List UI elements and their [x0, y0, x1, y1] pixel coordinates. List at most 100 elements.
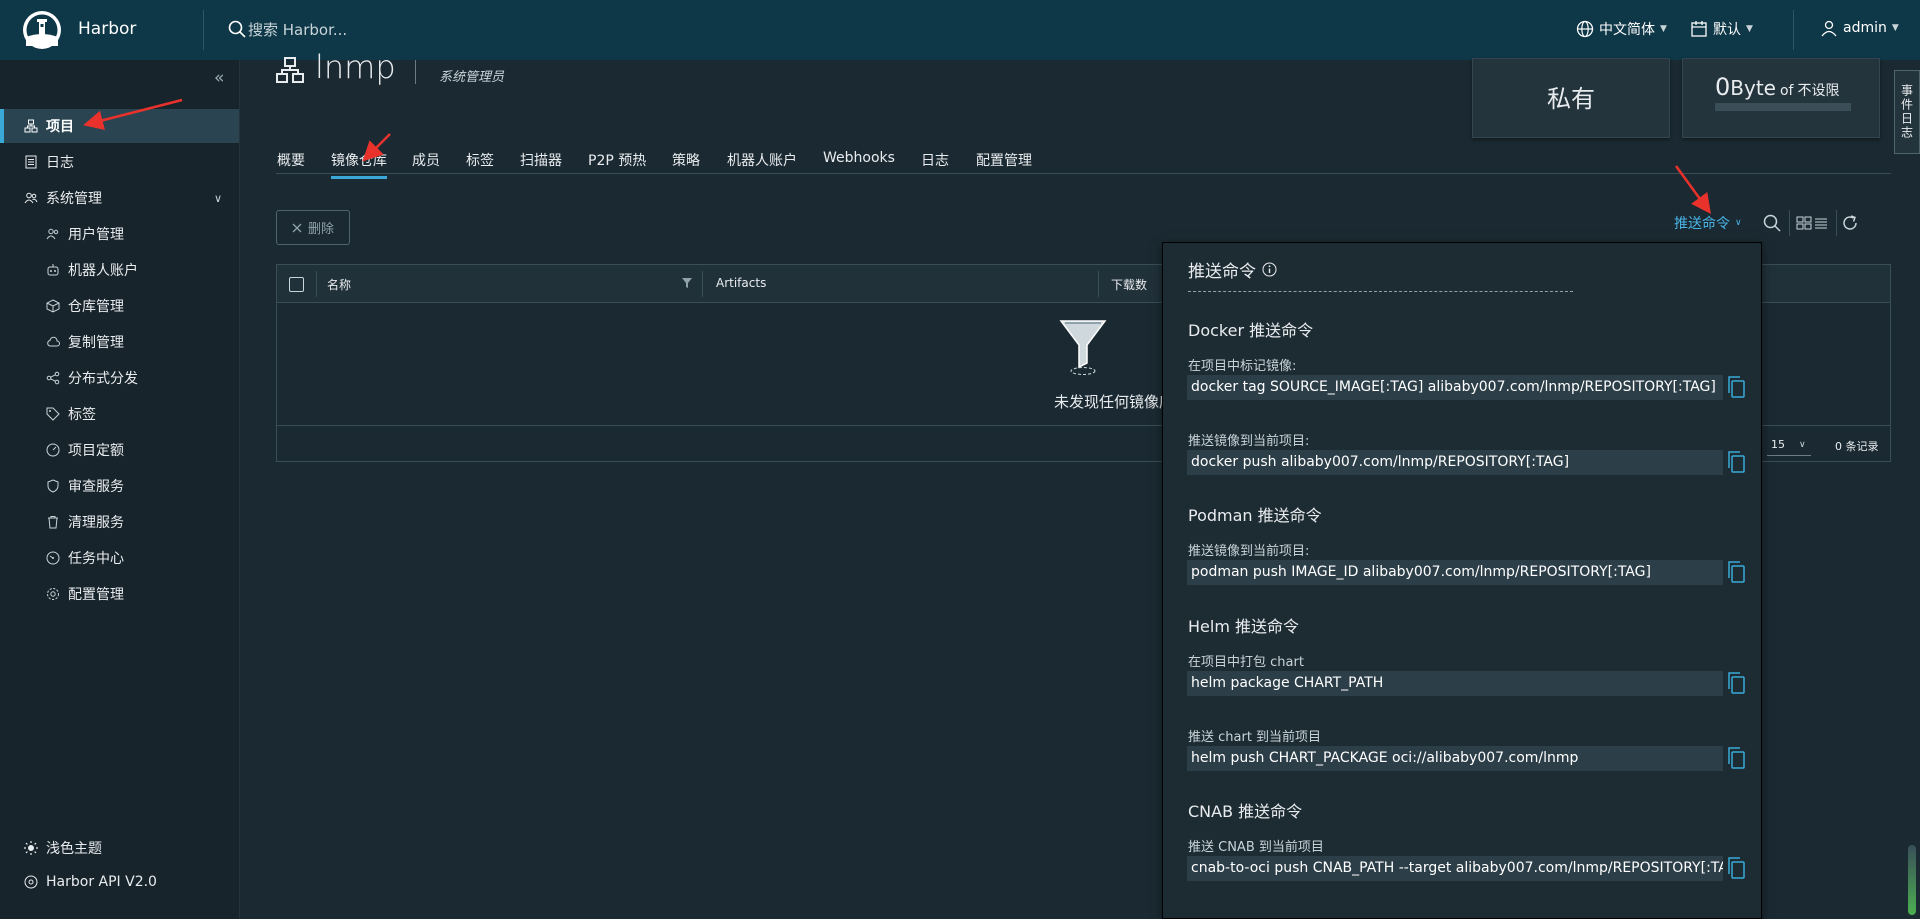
cnab-section-title: CNAB 推送命令	[1188, 802, 1303, 821]
sidebar-item-label: 分布式分发	[68, 371, 138, 387]
page-scrollbar[interactable]	[1908, 845, 1916, 915]
copy-icon[interactable]	[1727, 857, 1745, 879]
helm-push-command[interactable]: helm push CHART_PACKAGE oci://alibaby007…	[1187, 746, 1723, 771]
docker-tag-command[interactable]: docker tag SOURCE_IMAGE[:TAG] alibaby007…	[1187, 375, 1723, 400]
brand-name[interactable]: Harbor	[78, 19, 136, 39]
tab-policy[interactable]: 策略	[672, 150, 700, 176]
copy-icon[interactable]	[1727, 747, 1745, 769]
tab-logs[interactable]: 日志	[921, 150, 949, 176]
filter-icon[interactable]	[682, 278, 692, 288]
shield-icon	[46, 479, 60, 493]
trash-icon	[46, 515, 60, 529]
collapse-sidebar-icon[interactable]: «	[214, 68, 224, 88]
event-log-label: 事件日志	[1899, 84, 1914, 140]
sidebar-item-distributions[interactable]: 分布式分发	[0, 361, 239, 395]
robot-icon	[46, 263, 60, 277]
docker-section-title: Docker 推送命令	[1188, 321, 1314, 340]
sidebar-item-project-quotas[interactable]: 项目定额	[0, 433, 239, 467]
chevron-down-icon: ∨	[1799, 439, 1806, 450]
cloud-icon	[46, 335, 60, 349]
theme-selector[interactable]: 默认 ▼	[1690, 19, 1753, 39]
search-icon[interactable]	[1763, 214, 1781, 232]
sidebar-item-job-service[interactable]: 任务中心	[0, 541, 239, 575]
sidebar-item-registries[interactable]: 仓库管理	[0, 289, 239, 323]
helm-package-command[interactable]: helm package CHART_PATH	[1187, 671, 1723, 696]
search-icon[interactable]	[228, 20, 246, 38]
copy-icon[interactable]	[1727, 451, 1745, 473]
podman-section-title: Podman 推送命令	[1188, 506, 1322, 525]
project-title: lnmp	[315, 48, 396, 86]
tab-p2p-preheat[interactable]: P2P 预热	[588, 150, 646, 176]
sidebar-item-clean-up[interactable]: 清理服务	[0, 505, 239, 539]
delete-button[interactable]: 删除	[276, 210, 350, 245]
sidebar: « 项目 日志 系统管理 ∨ 用户管理 机器人账户 仓库管理 复制管理 分布式分…	[0, 60, 240, 919]
page-size-select[interactable]: 15 ∨	[1767, 434, 1811, 456]
page-size-value: 15	[1771, 438, 1785, 451]
sidebar-item-interrogation-services[interactable]: 审查服务	[0, 469, 239, 503]
tab-repositories[interactable]: 镜像仓库	[331, 150, 387, 179]
tab-robot-accounts[interactable]: 机器人账户	[727, 150, 797, 176]
theme-toggle[interactable]: 浅色主题	[24, 838, 102, 858]
helm-package-label: 在项目中打包 chart	[1188, 655, 1304, 670]
project-role: 系统管理员	[439, 70, 505, 85]
quota-card: 0 Byte of 不设限	[1682, 58, 1880, 138]
api-link-label: Harbor API V2.0	[46, 874, 157, 890]
popover-divider	[1188, 291, 1573, 292]
column-divider	[316, 271, 317, 297]
empty-filter-icon	[1059, 319, 1107, 377]
sidebar-item-logs[interactable]: 日志	[0, 145, 239, 179]
select-all-checkbox[interactable]	[289, 277, 304, 292]
sidebar-item-label: 任务中心	[68, 551, 124, 567]
refresh-icon[interactable]	[1841, 214, 1859, 232]
podman-push-command[interactable]: podman push IMAGE_ID alibaby007.com/lnmp…	[1187, 560, 1723, 585]
language-selector[interactable]: 中文简体 ▼	[1576, 19, 1667, 39]
sidebar-item-users[interactable]: 用户管理	[0, 217, 239, 251]
tab-configuration[interactable]: 配置管理	[976, 150, 1032, 176]
copy-icon[interactable]	[1727, 376, 1745, 398]
user-menu[interactable]: admin ▼	[1820, 19, 1899, 37]
sidebar-item-configuration[interactable]: 配置管理	[0, 577, 239, 611]
popover-title: 推送命令	[1188, 257, 1277, 282]
event-log-tab[interactable]: 事件日志	[1894, 70, 1920, 154]
tab-scanner[interactable]: 扫描器	[520, 150, 562, 176]
push-command-dropdown[interactable]: 推送命令 ∨	[1674, 213, 1742, 233]
column-artifacts[interactable]: Artifacts	[716, 276, 766, 290]
cnab-push-command[interactable]: cnab-to-oci push CNAB_PATH --target alib…	[1187, 856, 1723, 881]
tab-labels[interactable]: 标签	[466, 150, 494, 176]
copy-icon[interactable]	[1727, 672, 1745, 694]
top-header: Harbor 中文简体 ▼ 默认 ▼ admin ▼	[0, 0, 1920, 60]
list-view-icon[interactable]	[1814, 216, 1828, 230]
sidebar-item-projects[interactable]: 项目	[0, 109, 239, 143]
column-name[interactable]: 名称	[327, 276, 351, 293]
search-input[interactable]	[248, 17, 548, 43]
tab-webhooks[interactable]: Webhooks	[823, 150, 895, 172]
sidebar-item-replications[interactable]: 复制管理	[0, 325, 239, 359]
harbor-logo-icon[interactable]	[22, 10, 62, 50]
chevron-down-icon: ∨	[214, 191, 223, 205]
chevron-down-icon: ∨	[1735, 218, 1742, 228]
dashboard-icon	[46, 443, 60, 457]
copy-icon[interactable]	[1727, 561, 1745, 583]
card-view-icon[interactable]	[1796, 216, 1812, 230]
sidebar-item-label: 项目	[46, 119, 74, 135]
sidebar-item-labels[interactable]: 标签	[0, 397, 239, 431]
docker-tag-label: 在项目中标记镜像:	[1188, 359, 1297, 374]
docker-push-label: 推送镜像到当前项目:	[1188, 434, 1310, 449]
info-icon[interactable]	[1262, 262, 1277, 277]
docker-push-command[interactable]: docker push alibaby007.com/lnmp/REPOSITO…	[1187, 450, 1723, 475]
sidebar-item-label: 系统管理	[46, 191, 102, 207]
column-pulls[interactable]: 下载数	[1111, 276, 1147, 293]
api-link[interactable]: Harbor API V2.0	[24, 874, 157, 890]
sidebar-item-label: 标签	[68, 407, 96, 423]
tab-members[interactable]: 成员	[412, 150, 440, 176]
close-icon	[292, 223, 302, 233]
tab-summary[interactable]: 概要	[277, 150, 305, 176]
column-divider	[1098, 271, 1099, 297]
cube-icon	[46, 299, 60, 313]
push-command-label: 推送命令	[1674, 216, 1730, 232]
project-icon	[276, 57, 304, 83]
theme-label: 默认	[1713, 22, 1741, 38]
chevron-down-icon: ▼	[1746, 24, 1753, 34]
sidebar-item-robot-accounts[interactable]: 机器人账户	[0, 253, 239, 287]
sidebar-item-administration[interactable]: 系统管理 ∨	[0, 181, 239, 215]
